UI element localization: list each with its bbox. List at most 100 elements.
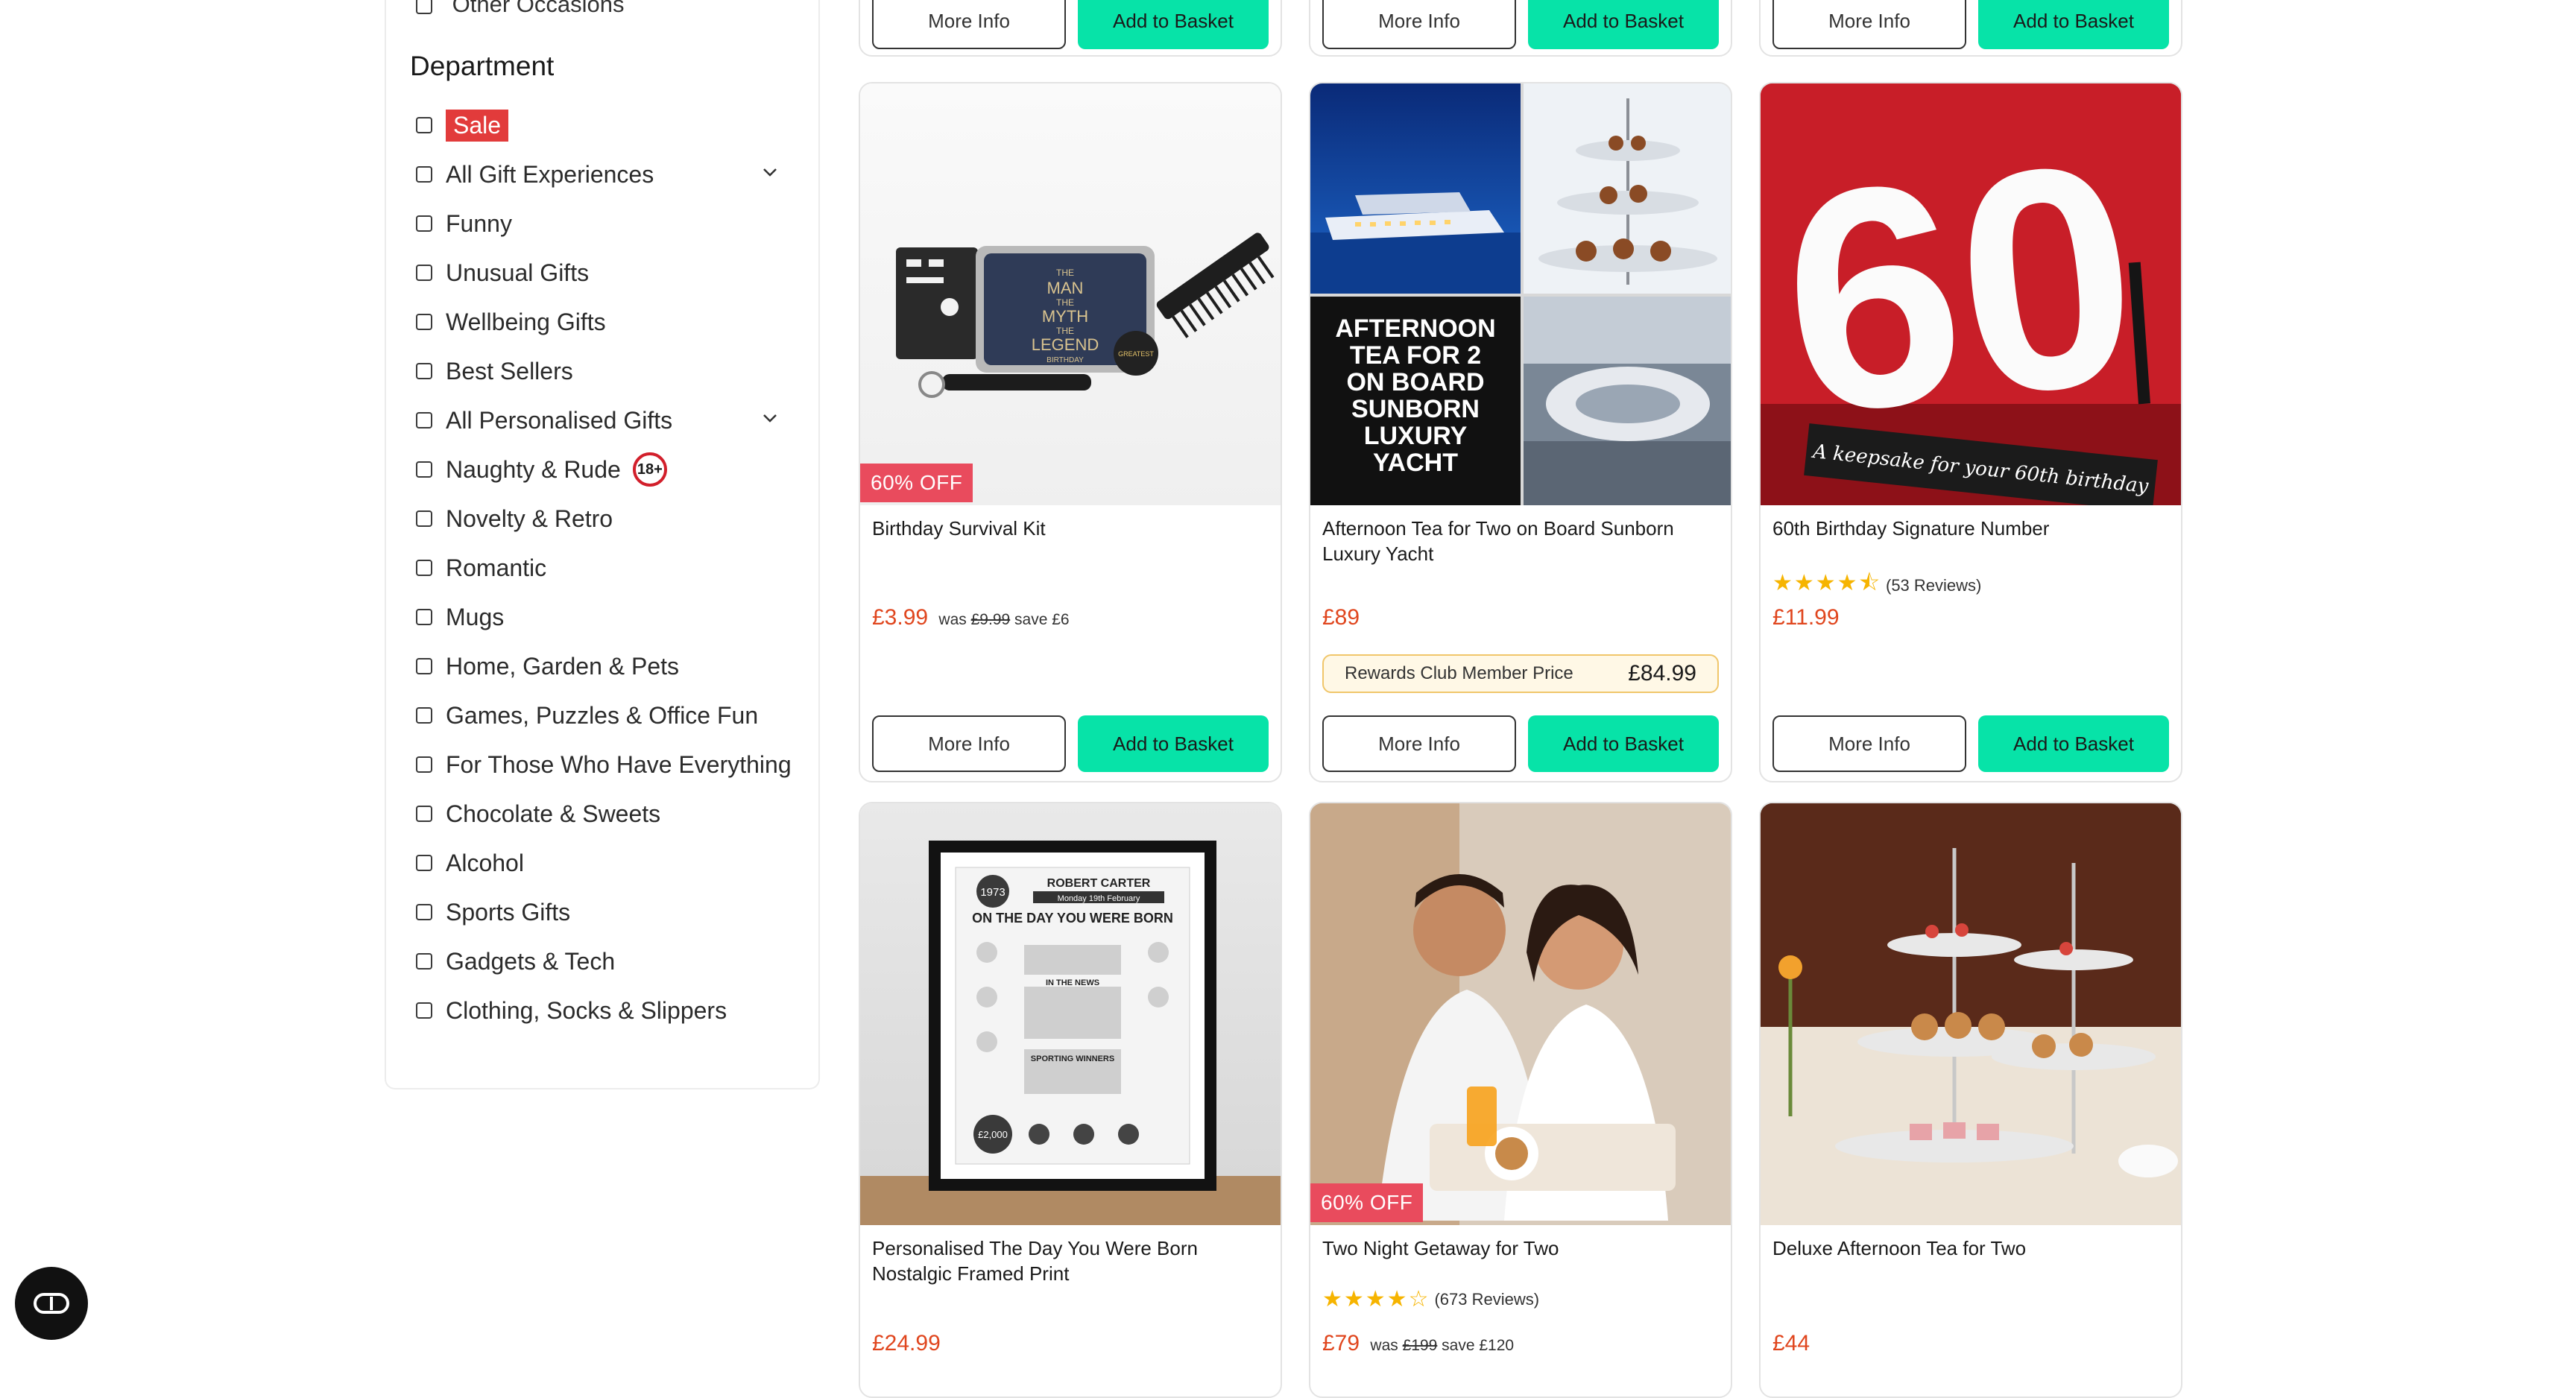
filter-item-label: Home, Garden & Pets <box>446 652 680 680</box>
product-price: £11.99 <box>1772 605 1840 630</box>
filter-checkbox[interactable] <box>416 953 432 970</box>
add-to-basket-button[interactable]: Add to Basket <box>1978 0 2169 49</box>
filter-checkbox[interactable] <box>416 904 432 920</box>
add-to-basket-button[interactable]: Add to Basket <box>1978 715 2169 772</box>
product-card[interactable]: 1973 ROBERT CARTER Monday 19th February … <box>859 802 1282 1398</box>
filter-checkbox[interactable] <box>416 560 432 576</box>
add-to-basket-button[interactable]: Add to Basket <box>1078 0 1269 49</box>
filter-checkbox[interactable] <box>416 658 432 674</box>
more-info-button[interactable]: More Info <box>872 0 1066 49</box>
filter-checkbox[interactable] <box>416 363 432 379</box>
filter-checkbox[interactable] <box>416 166 432 183</box>
filter-checkbox[interactable] <box>416 855 432 871</box>
filter-item-wellbeing-gifts[interactable]: Wellbeing Gifts <box>416 297 796 347</box>
product-rating[interactable]: ★★★★☆ (673 Reviews) <box>1322 1286 1539 1312</box>
add-to-basket-button[interactable]: Add to Basket <box>1078 715 1269 772</box>
more-info-button[interactable]: More Info <box>1322 715 1516 772</box>
filter-item-other-occasions[interactable]: Other Occasions <box>416 0 625 18</box>
filter-item-alcohol[interactable]: Alcohol <box>416 838 796 888</box>
product-rating[interactable]: ★★★★⯪ (53 Reviews) <box>1772 566 1981 604</box>
saving-amount: save £120 <box>1442 1337 1515 1354</box>
filter-item-sports-gifts[interactable]: Sports Gifts <box>416 888 796 937</box>
filter-checkbox[interactable] <box>416 510 432 527</box>
filter-checkbox[interactable] <box>416 806 432 822</box>
product-image[interactable]: 60 A keepsake for your 60th birthday <box>1761 83 2181 505</box>
product-name[interactable]: 60th Birthday Signature Number <box>1772 516 2169 541</box>
filter-checkbox[interactable] <box>416 412 432 428</box>
filter-item-funny[interactable]: Funny <box>416 199 796 248</box>
product-name[interactable]: Afternoon Tea for Two on Board Sunborn L… <box>1322 516 1719 566</box>
review-count: (673 Reviews) <box>1434 1289 1540 1309</box>
svg-text:ON THE DAY YOU WERE BORN: ON THE DAY YOU WERE BORN <box>972 911 1173 926</box>
product-name[interactable]: Personalised The Day You Were Born Nosta… <box>872 1236 1269 1286</box>
filter-item-all-gift-experiences[interactable]: All Gift Experiences <box>416 150 796 199</box>
filter-checkbox[interactable] <box>416 314 432 330</box>
yacht-tea-collage: AFTERNOON TEA FOR 2 ON BOARD SUNBORN LUX… <box>1310 83 1731 505</box>
filter-item-best-sellers[interactable]: Best Sellers <box>416 347 796 396</box>
product-image[interactable]: THE MAN THE MYTH THE LEGEND BIRTHDAY GRE… <box>860 83 1281 505</box>
add-to-basket-button[interactable]: Add to Basket <box>1528 715 1719 772</box>
current-price: £79 <box>1322 1331 1360 1356</box>
product-card[interactable]: Deluxe Afternoon Tea for Two £44 <box>1759 802 2182 1398</box>
product-image[interactable] <box>1310 803 1731 1225</box>
filter-item-label: Funny <box>446 209 512 237</box>
product-name[interactable]: Deluxe Afternoon Tea for Two <box>1772 1236 2169 1261</box>
more-info-button[interactable]: More Info <box>1322 0 1516 49</box>
filter-checkbox[interactable] <box>416 461 432 478</box>
filter-item-romantic[interactable]: Romantic <box>416 543 796 592</box>
filter-item-novelty-retro[interactable]: Novelty & Retro <box>416 494 796 543</box>
product-card[interactable]: 60% OFF Two Night Getaway for Two ★★★★☆ … <box>1309 802 1732 1398</box>
product-image[interactable] <box>1761 803 2181 1225</box>
was-price-text: was £9.99 save £6 <box>938 611 1070 628</box>
more-info-button[interactable]: More Info <box>1772 715 1966 772</box>
filter-item-chocolate-sweets[interactable]: Chocolate & Sweets <box>416 789 796 838</box>
chevron-down-icon[interactable] <box>760 411 780 426</box>
product-image[interactable]: AFTERNOON TEA FOR 2 ON BOARD SUNBORN LUX… <box>1310 83 1731 505</box>
filter-item-label: Novelty & Retro <box>446 505 613 532</box>
chevron-down-icon[interactable] <box>760 165 780 180</box>
filter-item-gadgets-tech[interactable]: Gadgets & Tech <box>416 937 796 986</box>
product-card-partial: More Info Add to Basket <box>859 0 1282 57</box>
product-card-partial: More Info Add to Basket <box>1309 0 1732 57</box>
filter-checkbox[interactable] <box>416 117 432 133</box>
svg-text:Monday 19th February: Monday 19th February <box>1058 894 1140 903</box>
filter-item-sale[interactable]: Sale <box>416 101 796 150</box>
filter-checkbox[interactable] <box>416 609 432 625</box>
current-price: £24.99 <box>872 1331 941 1356</box>
original-price: £199 <box>1402 1337 1438 1354</box>
discount-badge: 60% OFF <box>1310 1183 1424 1222</box>
more-info-button[interactable]: More Info <box>1772 0 1966 49</box>
filter-item-label: Romantic <box>446 554 547 581</box>
product-image[interactable]: 1973 ROBERT CARTER Monday 19th February … <box>860 803 1281 1225</box>
filter-checkbox[interactable] <box>416 0 432 14</box>
signature-number-illustration: 60 A keepsake for your 60th birthday <box>1761 83 2181 505</box>
filter-checkbox[interactable] <box>416 215 432 232</box>
filter-checkbox[interactable] <box>416 707 432 724</box>
product-card[interactable]: THE MAN THE MYTH THE LEGEND BIRTHDAY GRE… <box>859 82 1282 782</box>
filter-item-clothing-socks-slippers[interactable]: Clothing, Socks & Slippers <box>416 986 796 1035</box>
product-name[interactable]: Birthday Survival Kit <box>872 516 1269 541</box>
add-to-basket-button[interactable]: Add to Basket <box>1528 0 1719 49</box>
department-list: Sale All Gift Experiences Funny Unusual … <box>416 101 796 1035</box>
product-card[interactable]: 60 A keepsake for your 60th birthday 60t… <box>1759 82 2182 782</box>
filter-item-all-personalised-gifts[interactable]: All Personalised Gifts <box>416 396 796 445</box>
filter-item-games-puzzles[interactable]: Games, Puzzles & Office Fun <box>416 691 796 740</box>
filter-checkbox[interactable] <box>416 1002 432 1019</box>
filter-item-home-garden-pets[interactable]: Home, Garden & Pets <box>416 642 796 691</box>
product-price: £3.99 was £9.99 save £6 <box>872 605 1070 630</box>
filter-checkbox[interactable] <box>416 756 432 773</box>
chat-button[interactable] <box>15 1267 88 1340</box>
filter-checkbox[interactable] <box>416 265 432 281</box>
more-info-button[interactable]: More Info <box>872 715 1066 772</box>
product-name[interactable]: Two Night Getaway for Two <box>1322 1236 1719 1261</box>
filter-item-unusual-gifts[interactable]: Unusual Gifts <box>416 248 796 297</box>
filter-item-mugs[interactable]: Mugs <box>416 592 796 642</box>
current-price: £89 <box>1322 605 1360 630</box>
product-card[interactable]: AFTERNOON TEA FOR 2 ON BOARD SUNBORN LUX… <box>1309 82 1732 782</box>
rewards-price: £84.99 <box>1628 661 1696 686</box>
tile-text: AFTERNOON <box>1335 314 1495 343</box>
filter-item-label: Unusual Gifts <box>446 259 590 286</box>
filter-item-label: Chocolate & Sweets <box>446 800 661 827</box>
filter-item-naughty-rude[interactable]: Naughty & Rude 18+ <box>416 445 796 494</box>
filter-item-for-those-who-have-everything[interactable]: For Those Who Have Everything <box>416 740 796 789</box>
